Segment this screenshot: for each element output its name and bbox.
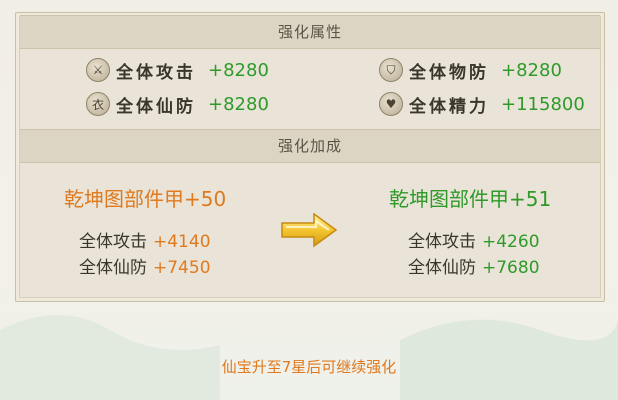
- attr-value: +8280: [208, 93, 269, 115]
- current-bonus-line: 全体攻击 +4140: [79, 227, 211, 252]
- attr-phys-def: ⛉ 全体物防 +8280: [379, 57, 562, 83]
- section-header-bonus: 强化加成: [20, 129, 600, 163]
- attr-label: 全体物防: [409, 62, 489, 83]
- attr-immortal-def: 衣 全体仙防 +8280: [86, 91, 269, 117]
- attr-energy: ♥ 全体精力 +115800: [379, 91, 585, 117]
- bonus-label: 全体攻击: [408, 232, 476, 252]
- next-bonus-line: 全体仙防 +7680: [408, 253, 540, 278]
- robe-icon: 衣: [86, 92, 110, 116]
- current-bonus-line: 全体仙防 +7450: [79, 253, 211, 278]
- bonus-label: 全体攻击: [79, 232, 147, 252]
- upgrade-arrow-icon: [281, 212, 338, 248]
- bonus-label: 全体仙防: [408, 258, 476, 278]
- attr-label: 全体攻击: [116, 62, 196, 83]
- sword-icon: ⚔: [86, 58, 110, 82]
- bonus-value: +4260: [482, 232, 540, 252]
- attr-label: 全体仙防: [116, 96, 196, 117]
- bonus-value: +7680: [482, 258, 540, 278]
- heart-icon: ♥: [379, 92, 403, 116]
- next-bonus-line: 全体攻击 +4260: [408, 227, 540, 252]
- shield-icon: ⛉: [379, 58, 403, 82]
- current-level-title: 乾坤图部件甲+50: [64, 187, 227, 211]
- bonus-value: +4140: [153, 232, 211, 252]
- attr-attack: ⚔ 全体攻击 +8280: [86, 57, 269, 83]
- attr-value: +115800: [501, 93, 585, 115]
- bonus-value: +7450: [153, 258, 211, 278]
- next-level-title: 乾坤图部件甲+51: [389, 187, 552, 211]
- footer-hint-text: 仙宝升至7星后可继续强化: [221, 358, 397, 376]
- attr-label: 全体精力: [409, 96, 489, 117]
- bonus-label: 全体仙防: [79, 258, 147, 278]
- attr-value: +8280: [208, 59, 269, 81]
- enhance-panel: 强化属性 强化加成 ⚔ 全体攻击 +8280 ⛉ 全体物防 +8280 衣 全体…: [15, 12, 605, 302]
- section-header-attributes: 强化属性: [20, 15, 600, 49]
- attr-value: +8280: [501, 59, 562, 81]
